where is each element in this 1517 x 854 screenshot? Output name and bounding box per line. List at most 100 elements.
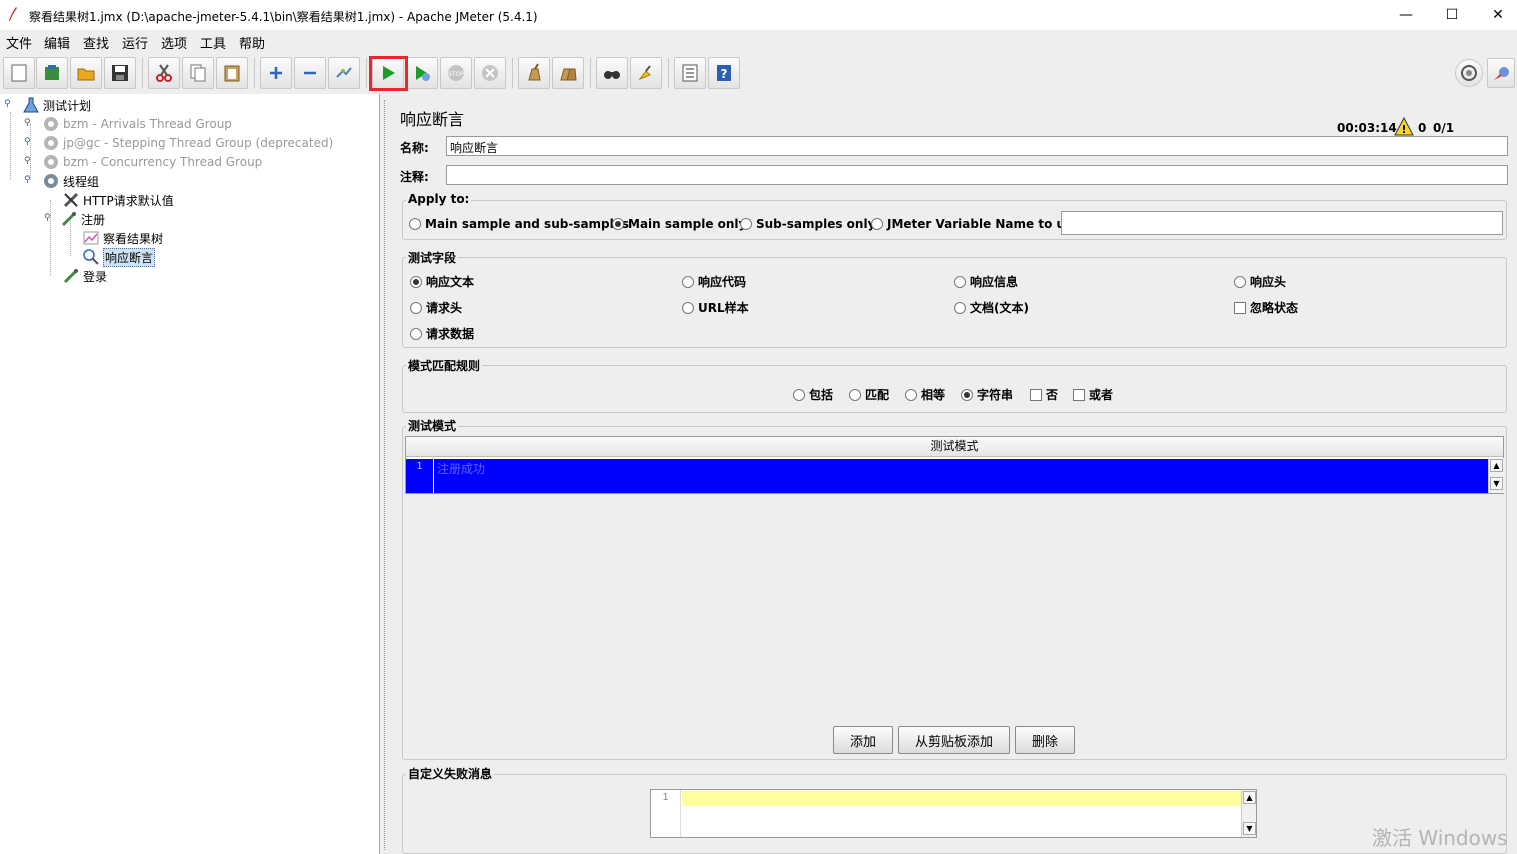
test-plan-tree: ⚲ 测试计划 ⚲ bzm - Arrivals Thread Group ⚲ j… [0,94,380,854]
field-to-test-title: 测试字段 [406,249,459,266]
toggle-button[interactable] [328,57,360,89]
failure-scrollbar[interactable]: ▲ ▼ [1241,790,1256,837]
add-from-clipboard-button[interactable]: 从剪贴板添加 [898,726,1010,754]
tree-toggle-icon[interactable]: ⚲ [24,137,34,147]
paste-button[interactable] [216,57,248,89]
menu-search[interactable]: 查找 [83,33,109,52]
menu-edit[interactable]: 编辑 [44,33,70,52]
ignore-status-checkbox[interactable]: 忽略状态 [1234,299,1298,316]
menu-tools[interactable]: 工具 [200,33,226,52]
rule-or-checkbox[interactable]: 或者 [1073,386,1113,403]
field-request-data-radio[interactable]: 请求数据 [410,325,474,342]
add-button[interactable]: 添加 [833,726,893,754]
tree-label: 响应断言 [103,247,156,267]
apply-main-only-radio[interactable]: Main sample only [612,217,746,231]
function-helper-button[interactable] [674,57,706,89]
tree-item-register-sampler[interactable]: ⚲ 注册 [44,210,105,228]
tree-label: HTTP请求默认值 [83,193,174,208]
wrench-icon [63,192,79,208]
close-button[interactable]: ✕ [1475,0,1517,30]
tree-toggle-icon[interactable]: ⚲ [44,213,54,223]
gear-icon [44,136,58,150]
tree-item-concurrency-thread-group[interactable]: ⚲ bzm - Concurrency Thread Group [24,153,262,171]
tree-item-test-plan[interactable]: ⚲ 测试计划 [4,96,91,114]
menu-options[interactable]: 选项 [161,33,187,52]
clear-button[interactable] [518,57,550,89]
clear-all-button[interactable] [552,57,584,89]
collapse-all-button[interactable] [294,57,326,89]
search-button[interactable] [596,57,628,89]
start-no-pauses-button[interactable] [406,57,438,89]
failure-message-editor[interactable]: 1 ▲ ▼ [650,789,1257,838]
tree-item-arrivals-thread-group[interactable]: ⚲ bzm - Arrivals Thread Group [24,115,232,133]
tree-item-stepping-thread-group[interactable]: ⚲ jp@gc - Stepping Thread Group (depreca… [24,134,333,152]
expand-all-button[interactable] [260,57,292,89]
magnifier-icon [83,249,99,265]
new-button[interactable] [3,57,35,89]
minimize-button[interactable]: — [1383,0,1429,30]
delete-button[interactable]: 删除 [1015,726,1075,754]
menu-file[interactable]: 文件 [6,33,32,52]
tree-label: bzm - Arrivals Thread Group [63,117,232,131]
field-response-code-radio[interactable]: 响应代码 [682,273,746,290]
remote-status-icon [1461,65,1477,81]
field-response-text-radio[interactable]: 响应文本 [410,273,474,290]
apply-variable-radio[interactable]: JMeter Variable Name to use [871,217,1080,231]
gear-icon [44,155,58,169]
cut-button[interactable] [148,57,180,89]
rule-substring-radio[interactable]: 字符串 [961,386,1013,403]
help-button[interactable]: ? [708,57,740,89]
reset-search-button[interactable] [630,57,662,89]
tree-toggle-icon[interactable]: ⚲ [4,99,14,109]
scroll-down-icon[interactable]: ▼ [1490,477,1503,490]
log-viewer-button[interactable] [1487,58,1515,88]
svg-text:STOP: STOP [448,71,464,78]
scroll-down-icon[interactable]: ▼ [1243,822,1256,835]
tree-item-thread-group[interactable]: ⚲ 线程组 [24,172,99,190]
tree-toggle-icon[interactable]: ⚲ [24,118,34,128]
field-url-sampled-radio[interactable]: URL样本 [682,299,749,316]
cut-icon [156,64,172,82]
variable-name-field[interactable] [1061,211,1503,235]
tree-toggle-icon[interactable]: ⚲ [24,175,34,185]
menu-help[interactable]: 帮助 [239,33,265,52]
table-row[interactable]: 1 注册成功 [406,459,1488,493]
apply-sub-only-radio[interactable]: Sub-samples only [740,217,875,231]
scroll-up-icon[interactable]: ▲ [1490,459,1503,472]
rule-matches-radio[interactable]: 匹配 [849,386,889,403]
name-field[interactable]: 响应断言 [446,136,1508,156]
tree-item-response-assertion[interactable]: 响应断言 [82,247,156,267]
patterns-scrollbar[interactable]: ▲ ▼ [1488,458,1504,493]
tree-toggle-icon[interactable]: ⚲ [24,156,34,166]
templates-button[interactable] [36,57,68,89]
search-icon [604,71,620,79]
field-document-radio[interactable]: 文档(文本) [954,299,1029,316]
field-request-headers-radio[interactable]: 请求头 [410,299,462,316]
comment-field[interactable] [446,165,1508,185]
field-response-headers-radio[interactable]: 响应头 [1234,273,1286,290]
menu-run[interactable]: 运行 [122,33,148,52]
rule-contains-radio[interactable]: 包括 [793,386,833,403]
page-title: 响应断言 [400,110,465,129]
tree-item-login-sampler[interactable]: 登录 [62,267,107,285]
shutdown-button[interactable] [474,57,506,89]
tree-item-view-results-tree[interactable]: 察看结果树 [82,229,163,247]
scroll-up-icon[interactable]: ▲ [1243,791,1256,804]
split-pane-divider[interactable] [380,94,390,854]
expand-icon [270,67,282,79]
rule-not-checkbox[interactable]: 否 [1030,386,1058,403]
new-icon [11,64,27,82]
apply-main-and-sub-radio[interactable]: Main sample and sub-samples [409,217,629,231]
copy-button[interactable] [182,57,214,89]
tree-item-http-defaults[interactable]: HTTP请求默认值 [62,191,174,209]
save-button[interactable] [104,57,136,89]
current-line-highlight[interactable] [682,791,1241,806]
rule-equals-radio[interactable]: 相等 [905,386,945,403]
maximize-button[interactable]: ☐ [1429,0,1475,30]
remote-status-button[interactable] [1455,59,1483,87]
open-button[interactable] [70,57,102,89]
stop-button[interactable]: STOP [440,57,472,89]
patterns-column-header[interactable]: 测试模式 [406,437,1503,457]
pattern-value[interactable]: 注册成功 [437,460,485,477]
field-response-message-radio[interactable]: 响应信息 [954,273,1018,290]
